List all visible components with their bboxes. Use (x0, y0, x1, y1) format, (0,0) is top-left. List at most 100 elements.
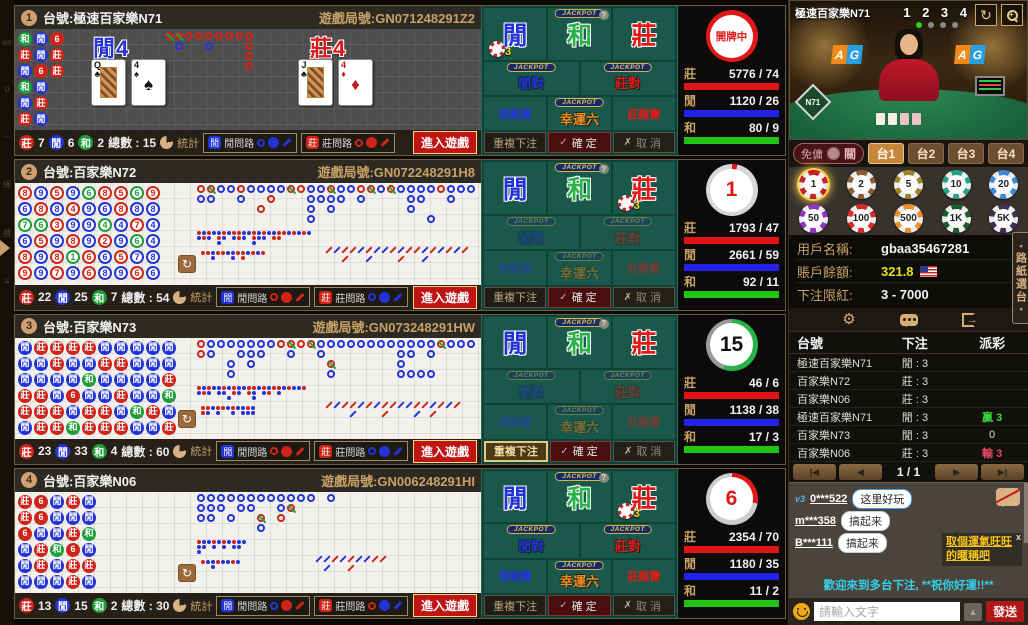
bet-lucky6-cell[interactable]: JACKPOT幸運六 (548, 251, 610, 284)
confirm-button[interactable]: ✓確定 (548, 287, 610, 308)
camera-selector[interactable]: 1 2 3 4 (903, 5, 971, 28)
bet-tie-cell[interactable]: JACKPOT?和 (548, 162, 610, 214)
shoe-shuffle-icon[interactable]: ↻ (178, 564, 196, 582)
ask-road-player-button[interactable]: 閒閒問路 (216, 441, 310, 461)
bet-banker-pair-cell[interactable]: JACKPOT莊對 (581, 524, 676, 557)
chip-1K[interactable]: 1K (942, 204, 971, 233)
page-prev-button[interactable]: ◀ (839, 464, 882, 480)
exit-icon[interactable] (962, 313, 975, 327)
help-icon[interactable]: ? (599, 164, 609, 174)
camera-dot-3[interactable] (940, 22, 946, 28)
bet-banker-dragon-cell[interactable]: 莊龍寶 (613, 560, 675, 593)
page-last-button[interactable]: ▶| (981, 464, 1024, 480)
bet-lucky6-cell[interactable]: JACKPOT幸運六 (548, 405, 610, 438)
chip-2[interactable]: 2 (847, 170, 876, 199)
page-first-button[interactable]: |◀ (793, 464, 836, 480)
send-button[interactable]: 發送 (986, 601, 1024, 622)
bet-banker-cell[interactable]: 莊3 (613, 471, 675, 523)
rebet-button[interactable]: 重複下注 (484, 441, 548, 462)
chip-1[interactable]: 1 (799, 170, 828, 199)
bet-banker-pair-cell[interactable]: JACKPOT莊對 (581, 62, 676, 95)
bet-banker-dragon-cell[interactable]: 莊龍寶 (613, 405, 675, 438)
ask-road-banker-button[interactable]: 莊莊問路 (301, 133, 395, 153)
confirm-button[interactable]: ✓確定 (550, 441, 612, 462)
bet-player-dragon-cell[interactable]: 閒龍寶 (484, 560, 546, 593)
bet-player-cell[interactable]: 閒 (484, 162, 546, 214)
enter-game-button[interactable]: 進入遊戲 (413, 440, 477, 463)
help-icon[interactable]: ? (599, 319, 609, 329)
chat-input[interactable] (814, 602, 960, 621)
bet-player-dragon-cell[interactable]: 閒龍寶 (484, 251, 546, 284)
camera-dot-1[interactable] (916, 22, 922, 28)
bet-banker-dragon-cell[interactable]: 莊龍寶 (613, 97, 675, 130)
bet-player-cell[interactable]: 閒 (484, 471, 546, 523)
table-tab-1[interactable]: 台1 (868, 143, 904, 164)
table-tab-2[interactable]: 台2 (908, 143, 944, 164)
shoe-shuffle-icon[interactable]: ↻ (178, 410, 196, 428)
chip-500[interactable]: 500 (894, 204, 923, 233)
bet-player-dragon-cell[interactable]: 閒龍寶 (484, 97, 546, 130)
bet-banker-cell[interactable]: 莊 (613, 317, 675, 369)
settings-gear-icon[interactable]: ⚙ (842, 312, 855, 327)
bet-player-pair-cell[interactable]: JACKPOT閒對 (484, 216, 579, 249)
cancel-button[interactable]: ✗取消 (613, 595, 675, 616)
bet-player-cell[interactable]: 閒3 (484, 8, 546, 60)
bet-banker-pair-cell[interactable]: JACKPOT莊對 (581, 216, 676, 249)
bet-lucky6-cell[interactable]: JACKPOT幸運六 (548, 560, 610, 593)
enter-game-button[interactable]: 進入遊戲 (413, 594, 477, 617)
refresh-icon[interactable]: ↻ (975, 4, 997, 26)
rebet-button[interactable]: 重複下注 (484, 132, 546, 153)
bet-tie-cell[interactable]: JACKPOT?和 (548, 471, 610, 523)
bet-player-dragon-cell[interactable]: 閒龍寶 (484, 405, 546, 438)
chat-scrollbar[interactable] (1024, 483, 1028, 543)
cancel-button[interactable]: ✗取消 (613, 132, 675, 153)
chip-20[interactable]: 20 (989, 170, 1018, 199)
shoe-shuffle-icon[interactable]: ↻ (178, 255, 196, 273)
rebet-button[interactable]: 重複下注 (484, 287, 546, 308)
bet-player-cell[interactable]: 閒 (484, 317, 546, 369)
confirm-button[interactable]: ✓確定 (548, 132, 610, 153)
no-commission-toggle[interactable]: 免傭 關 (793, 143, 864, 164)
table-tab-4[interactable]: 台4 (988, 143, 1024, 164)
bet-lucky6-cell[interactable]: JACKPOT幸運六 (548, 97, 610, 130)
chip-100[interactable]: 100 (847, 204, 876, 233)
bet-banker-cell[interactable]: 莊 (613, 8, 675, 60)
bet-player-pair-cell[interactable]: JACKPOT閒對 (484, 524, 579, 557)
left-collapsed-rail[interactable]: ws0⋯緣戲≡ (0, 0, 14, 625)
chip-50[interactable]: 50 (799, 204, 828, 233)
bet-banker-cell[interactable]: 莊3 (613, 162, 675, 214)
chat-bubble-icon[interactable] (900, 314, 918, 326)
bet-player-pair-cell[interactable]: JACKPOT閒對 (484, 370, 579, 403)
camera-dot-4[interactable] (952, 22, 958, 28)
chat-mute-icon[interactable] (996, 488, 1020, 506)
nickname-promo-link[interactable]: 取個運氣旺旺的暱稱吧 x (942, 533, 1022, 566)
bet-player-pair-cell[interactable]: JACKPOT閒對 (484, 62, 579, 95)
zoom-icon[interactable]: + (1001, 4, 1023, 26)
scroll-up-button[interactable]: ▲ (964, 603, 982, 621)
table-tab-3[interactable]: 台3 (948, 143, 984, 164)
cancel-button[interactable]: ✗取消 (613, 441, 675, 462)
rebet-button[interactable]: 重複下注 (484, 595, 546, 616)
help-icon[interactable]: ? (599, 10, 609, 20)
emoji-icon[interactable] (793, 603, 810, 620)
page-next-button[interactable]: ▶ (935, 464, 978, 480)
chip-10[interactable]: 10 (942, 170, 971, 199)
ask-road-player-button[interactable]: 閒閒問路 (216, 287, 310, 307)
ask-road-player-button[interactable]: 閒閒問路 (216, 596, 310, 616)
confirm-button[interactable]: ✓確定 (548, 595, 610, 616)
bet-banker-dragon-cell[interactable]: 莊龍寶 (613, 251, 675, 284)
rail-expand-arrow[interactable] (0, 240, 10, 256)
bet-tie-cell[interactable]: JACKPOT?和 (548, 8, 610, 60)
bet-banker-pair-cell[interactable]: JACKPOT莊對 (581, 370, 676, 403)
ask-road-banker-button[interactable]: 莊莊問路 (314, 287, 408, 307)
enter-game-button[interactable]: 進入遊戲 (413, 286, 477, 309)
enter-game-button[interactable]: 進入遊戲 (413, 131, 477, 154)
chip-5[interactable]: 5 (894, 170, 923, 199)
chip-5K[interactable]: 5K (989, 204, 1018, 233)
road-table-select-tab[interactable]: ◂ 路紙選台 ◂ (1012, 232, 1028, 324)
ask-road-banker-button[interactable]: 莊莊問路 (314, 441, 408, 461)
promo-close-icon[interactable]: x (1016, 532, 1021, 544)
camera-dot-2[interactable] (928, 22, 934, 28)
cancel-button[interactable]: ✗取消 (613, 287, 675, 308)
help-icon[interactable]: ? (599, 473, 609, 483)
